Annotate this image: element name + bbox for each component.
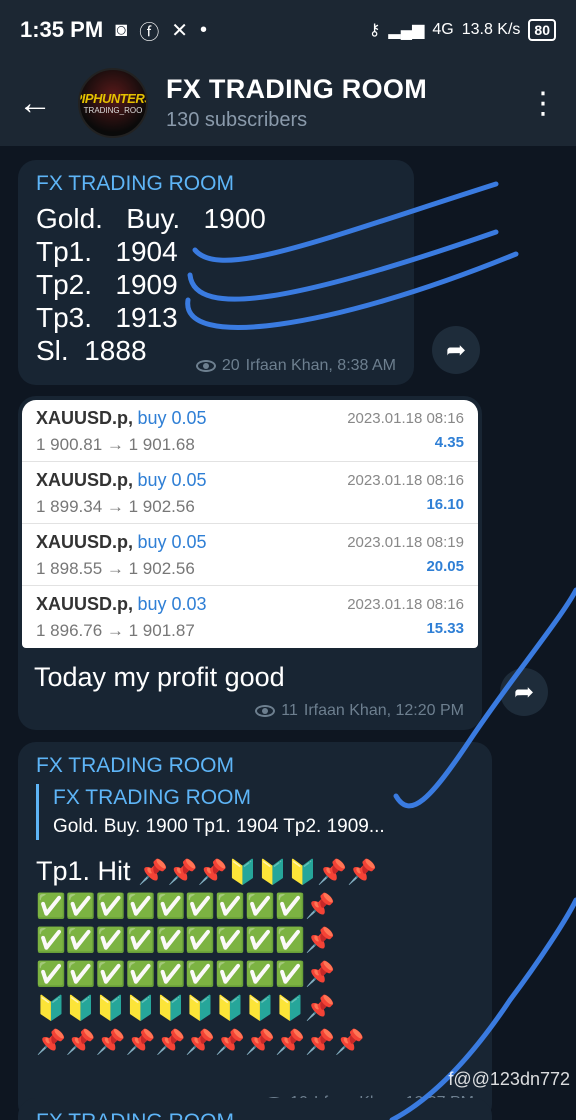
message-sender: FX TRADING ROOM (36, 754, 234, 777)
author-time: Irfaan Khan, 12:20 PM (303, 702, 464, 719)
watermark: f@@123dn772 (448, 1069, 570, 1089)
hit-label: Tp1. Hit (36, 856, 131, 886)
trade-profit: 4.35 (434, 434, 464, 451)
trade-date: 2023.01.18 08:16 (347, 410, 464, 427)
subscriber-count: 130 subscribers (166, 109, 308, 131)
app-notification-icon: ◙ (115, 18, 128, 41)
message-bubble[interactable]: XAUUSD.p, buy 0.05 1 900.81 → 1 901.68 2… (18, 396, 482, 730)
trade-symbol: XAUUSD.p, (36, 408, 134, 428)
signal-line: Tp3. 1913 (36, 302, 178, 333)
reply-text: Gold. Buy. 1900 Tp1. 1904 Tp2. 1909... (53, 816, 385, 837)
trade-side: buy 0.05 (137, 532, 207, 552)
trade-side: buy 0.05 (137, 470, 207, 490)
signal-line: Tp2. 1909 (36, 269, 178, 300)
trade-row: XAUUSD.p, buy 0.05 1 898.55 → 1 902.56 2… (22, 524, 478, 586)
message-bubble[interactable]: FX TRADING ROOM FX TRADING ROOM Gold. Bu… (18, 742, 492, 1120)
back-arrow-icon[interactable]: ← (18, 84, 78, 123)
view-count: 20 (221, 357, 240, 374)
x-icon: ✕ (171, 19, 189, 42)
eye-icon (195, 360, 216, 372)
author-time: Irfaan Khan, 8:38 AM (245, 357, 396, 374)
channel-title-block[interactable]: FX TRADING ROOM 130 subscribers (166, 74, 528, 132)
message-bubble[interactable]: FX TRADING ROOM Gold. Buy. 1900 Tp1. 190… (18, 160, 414, 385)
message-sender: FX TRADING ROOM (36, 1110, 474, 1120)
channel-avatar[interactable]: PIPHUNTERS TRADING_ROO (78, 68, 148, 138)
trade-row: XAUUSD.p, buy 0.05 1 899.34 → 1 902.56 2… (22, 462, 478, 524)
chat-area[interactable]: FX TRADING ROOM Gold. Buy. 1900 Tp1. 190… (0, 146, 576, 1120)
trade-row: XAUUSD.p, buy 0.05 1 900.81 → 1 901.68 2… (22, 400, 478, 462)
trade-symbol: XAUUSD.p, (36, 470, 134, 490)
trade-date: 2023.01.18 08:19 (347, 534, 464, 551)
more-menu-icon[interactable]: ⋮ (528, 86, 558, 121)
clock: 1:35 PM (20, 17, 104, 42)
trade-symbol: XAUUSD.p, (36, 594, 134, 614)
trade-date: 2023.01.18 08:16 (347, 472, 464, 489)
signal-icon: ▂▄▆ (388, 22, 425, 39)
message-sender: FX TRADING ROOM (36, 172, 234, 195)
trade-profit: 20.05 (426, 558, 464, 575)
view-count: 11 (281, 702, 298, 719)
trade-side: buy 0.05 (137, 408, 207, 428)
trade-screenshot[interactable]: XAUUSD.p, buy 0.05 1 900.81 → 1 901.68 2… (22, 400, 478, 648)
trade-symbol: XAUUSD.p, (36, 532, 134, 552)
key-icon: ⚷ (368, 22, 381, 39)
network-4g: 4G (432, 21, 454, 38)
emoji-row: ✅✅✅✅✅✅✅✅✅📌 (36, 927, 335, 954)
avatar-logo-text: PIPHUNTERS (80, 91, 146, 106)
emoji-row: 🔰🔰🔰🔰🔰🔰🔰🔰🔰📌 (36, 995, 335, 1022)
hit-text: Tp1. Hit 📌📌📌🔰🔰🔰📌📌 (36, 854, 474, 890)
dot-icon: • (200, 18, 208, 41)
trade-prices: 1 899.34 → 1 902.56 (36, 497, 195, 516)
battery-icon: 80 (528, 19, 556, 41)
channel-header: ← PIPHUNTERS TRADING_ROO FX TRADING ROOM… (0, 60, 576, 146)
trade-side: buy 0.03 (137, 594, 207, 614)
forward-icon[interactable]: ➦ (432, 326, 480, 374)
trade-prices: 1 900.81 → 1 901.68 (36, 435, 195, 454)
facebook-icon: ⓕ (139, 21, 160, 44)
emoji-row: 📌📌📌🔰🔰🔰📌📌 (138, 859, 378, 886)
reply-title: FX TRADING ROOM (53, 786, 251, 809)
avatar-logo-subtext: TRADING_ROO (83, 106, 143, 115)
status-right: ⚷ ▂▄▆ 4G 13.8 K/s 80 (369, 19, 556, 41)
forward-icon[interactable]: ➦ (500, 668, 548, 716)
emoji-row: 📌📌📌📌📌📌📌📌📌📌📌 (36, 1029, 365, 1056)
channel-title: FX TRADING ROOM (166, 74, 427, 104)
message-bubble[interactable]: FX TRADING ROOM (18, 1098, 492, 1120)
message-meta: 20 Irfaan Khan, 8:38 AM (195, 357, 396, 375)
trade-profit: 15.33 (426, 620, 464, 637)
trade-prices: 1 898.55 → 1 902.56 (36, 559, 195, 578)
signal-line: Tp1. 1904 (36, 236, 178, 267)
reply-quote[interactable]: FX TRADING ROOM Gold. Buy. 1900 Tp1. 190… (36, 784, 474, 840)
emoji-row: ✅✅✅✅✅✅✅✅✅📌 (36, 961, 335, 988)
message-caption: Today my profit good (34, 662, 285, 692)
emoji-row: ✅✅✅✅✅✅✅✅✅📌 (36, 893, 335, 920)
trade-row: XAUUSD.p, buy 0.03 1 896.76 → 1 901.87 2… (22, 586, 478, 648)
eye-icon (255, 705, 276, 717)
trade-date: 2023.01.18 08:16 (347, 596, 464, 613)
status-bar: 1:35 PM ◙ ⓕ ✕ • ⚷ ▂▄▆ 4G 13.8 K/s 80 (0, 0, 576, 60)
signal-line: Gold. Buy. 1900 (36, 203, 266, 234)
trade-prices: 1 896.76 → 1 901.87 (36, 621, 195, 640)
trade-profit: 16.10 (426, 496, 464, 513)
network-speed: 13.8 K/s (461, 21, 521, 38)
message-meta: 11 Irfaan Khan, 12:20 PM (255, 702, 464, 720)
